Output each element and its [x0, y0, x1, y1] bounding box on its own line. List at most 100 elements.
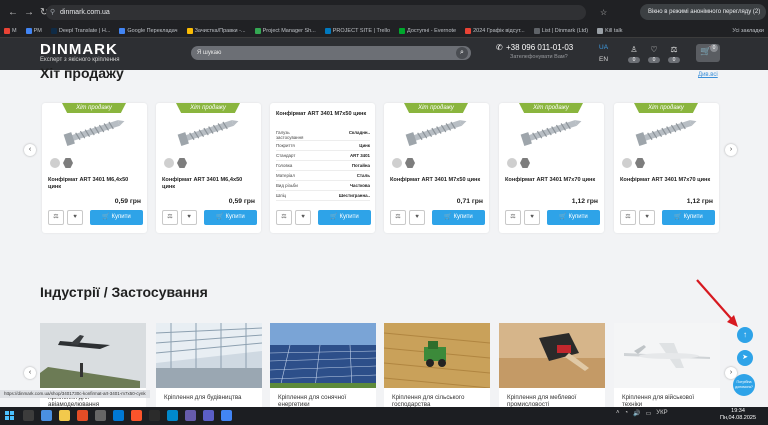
site-logo[interactable]: DINMARK	[40, 41, 118, 58]
lang-en[interactable]: EN	[599, 56, 608, 63]
product-name[interactable]: Конфірмат ART 3401 M7x50 цинк	[276, 111, 368, 118]
chrome-icon[interactable]	[221, 410, 232, 421]
lang-ua[interactable]: UA	[599, 44, 608, 51]
compare-button[interactable]: ⚖	[48, 210, 64, 225]
address-bar[interactable]: ⚲ dinmark.com.ua	[46, 5, 586, 20]
back-icon[interactable]: ←	[8, 7, 18, 18]
buy-button[interactable]: 🛒 Купити	[432, 210, 485, 225]
bookmark-item[interactable]: M	[4, 27, 17, 34]
next-arrow-icon[interactable]: ›	[725, 144, 737, 156]
teams-icon[interactable]	[203, 410, 214, 421]
product-name[interactable]: Конфірмат ART 3401 M7x50 цинк	[390, 177, 482, 184]
taskbar-clock[interactable]: 19:34 Пн,04.08.2025	[720, 408, 756, 422]
product-card[interactable]: Хіт продажу Конфірмат ART 3401 M7x70 цин…	[499, 103, 604, 233]
buy-button[interactable]: 🛒 Купити	[662, 210, 715, 225]
industry-card[interactable]: Кріплення для меблевої промисловості	[499, 323, 605, 407]
industries-title: Індустрії / Застосування	[40, 284, 208, 300]
industry-image	[499, 323, 605, 388]
product-name[interactable]: Конфірмат ART 3401 M7x70 цинк	[505, 177, 597, 184]
app-icon[interactable]	[113, 410, 124, 421]
search-input[interactable]: Я шукаю ⌕	[191, 46, 471, 60]
bookmark-item[interactable]: PROJECT SITE | Trello	[324, 27, 390, 34]
product-price: 1,12 грн	[571, 198, 598, 205]
product-name[interactable]: Конфірмат ART 3401 M6,4x50 цинк	[48, 177, 140, 191]
industry-card[interactable]: Кріплення для сільського господарства	[384, 323, 490, 407]
windows-start-icon[interactable]	[5, 411, 15, 421]
industry-image	[384, 323, 490, 388]
compare-button[interactable]: ⚖	[505, 210, 521, 225]
industry-label: Кріплення для сонячної енергетики	[278, 394, 347, 407]
compare-icon[interactable]: ⚖	[668, 46, 680, 54]
site-info-icon[interactable]: ⚲	[50, 5, 55, 20]
favorite-button[interactable]: ♥	[295, 210, 311, 225]
bookmark-item[interactable]: Deepl Translate | Н...	[50, 27, 110, 34]
bookmark-item[interactable]: Kill talk	[597, 27, 622, 34]
see-all-link[interactable]: Див.всі	[698, 72, 718, 78]
product-name[interactable]: Конфірмат ART 3401 M6,4x50 цинк	[162, 177, 254, 191]
product-card[interactable]: Хіт продажу Конфірмат ART 3401 M6,4x50 ц…	[156, 103, 261, 233]
bookmark-item[interactable]: PM	[25, 27, 42, 34]
brave-icon[interactable]	[131, 410, 142, 421]
star-icon[interactable]: ☆	[600, 8, 607, 17]
favorite-button[interactable]: ♥	[524, 210, 540, 225]
industry-card[interactable]: Кріплення для будівництва	[156, 323, 262, 407]
bookmark-item[interactable]: Project Manager Sh...	[254, 27, 316, 34]
bookmark-item[interactable]: Google Перекладач	[119, 27, 178, 34]
bookmark-item[interactable]: Доступні - Evernote	[399, 27, 456, 34]
all-bookmarks[interactable]: Усі закладки	[728, 24, 764, 37]
phone-number[interactable]: +38 096 011-01-03	[506, 43, 573, 52]
product-image[interactable]	[630, 115, 702, 147]
chevron-up-icon[interactable]: ˄	[616, 410, 620, 417]
product-card[interactable]: Хіт продажу Конфірмат ART 3401 M7x70 цин…	[614, 103, 719, 233]
search-icon[interactable]	[23, 410, 34, 421]
prev-arrow-icon[interactable]: ‹	[24, 144, 36, 156]
product-image[interactable]	[58, 115, 130, 147]
favorite-button[interactable]: ♥	[409, 210, 425, 225]
app-icon[interactable]	[149, 410, 160, 421]
industry-card[interactable]: Кріплення для військової техніки	[614, 323, 720, 407]
industry-card[interactable]: Кріплення для сонячної енергетики	[270, 323, 376, 407]
compare-button[interactable]: ⚖	[162, 210, 178, 225]
bookmark-item[interactable]: Зачистка/Правки -...	[186, 27, 246, 34]
app-icon[interactable]	[77, 410, 88, 421]
favorite-button[interactable]: ♥	[181, 210, 197, 225]
product-image[interactable]	[172, 115, 244, 147]
product-image[interactable]	[400, 115, 472, 147]
product-image[interactable]	[515, 115, 587, 147]
buy-button[interactable]: 🛒 Купити	[204, 210, 257, 225]
favorite-button[interactable]: ♥	[639, 210, 655, 225]
product-card-specs[interactable]: Конфірмат ART 3401 M7x50 цинк Галузь зас…	[270, 103, 375, 233]
task-view-icon[interactable]	[41, 410, 52, 421]
wifi-icon[interactable]: ◔	[625, 410, 629, 417]
callback-link[interactable]: Зателефонувати Вам?	[510, 54, 568, 60]
compare-button[interactable]: ⚖	[620, 210, 636, 225]
bookmark-item[interactable]: List | Dinmark (Ltd)	[533, 27, 588, 34]
buy-button[interactable]: 🛒 Купити	[547, 210, 600, 225]
product-name[interactable]: Конфірмат ART 3401 M7x70 цинк	[620, 177, 712, 184]
telegram-taskbar-icon[interactable]	[167, 410, 178, 421]
bookmark-item[interactable]: 2024 Графік відсут...	[465, 27, 525, 34]
volume-icon[interactable]: 🔊	[633, 410, 640, 417]
help-chat-button[interactable]: Потрібна допомога?	[733, 374, 755, 396]
incognito-indicator[interactable]: Вікно в режимі анонімного перегляду (2)	[640, 4, 767, 20]
product-card[interactable]: Хіт продажу Конфірмат ART 3401 M7x50 цин…	[384, 103, 489, 233]
file-explorer-icon[interactable]	[59, 410, 70, 421]
favorite-button[interactable]: ♥	[67, 210, 83, 225]
compare-button[interactable]: ⚖	[276, 210, 292, 225]
prev-arrow-icon[interactable]: ‹	[24, 367, 36, 379]
forward-icon[interactable]: →	[24, 7, 34, 18]
battery-icon[interactable]: ▭	[646, 410, 652, 417]
user-icon[interactable]: ♙	[628, 46, 640, 54]
telegram-icon[interactable]: ➤	[737, 350, 753, 366]
viber-icon[interactable]	[185, 410, 196, 421]
spec-row: Покриття Цинк	[276, 142, 370, 151]
buy-button[interactable]: 🛒 Купити	[318, 210, 371, 225]
buy-button[interactable]: 🛒 Купити	[90, 210, 143, 225]
input-language[interactable]: УКР	[656, 410, 667, 417]
scroll-to-top-button[interactable]: ↑	[737, 327, 753, 343]
compare-button[interactable]: ⚖	[390, 210, 406, 225]
search-icon[interactable]: ⌕	[456, 47, 468, 59]
app-icon[interactable]	[95, 410, 106, 421]
product-card[interactable]: Хіт продажу Конфірмат ART 3401 M6,4x50 ц…	[42, 103, 147, 233]
favorites-icon[interactable]: ♡	[648, 46, 660, 54]
